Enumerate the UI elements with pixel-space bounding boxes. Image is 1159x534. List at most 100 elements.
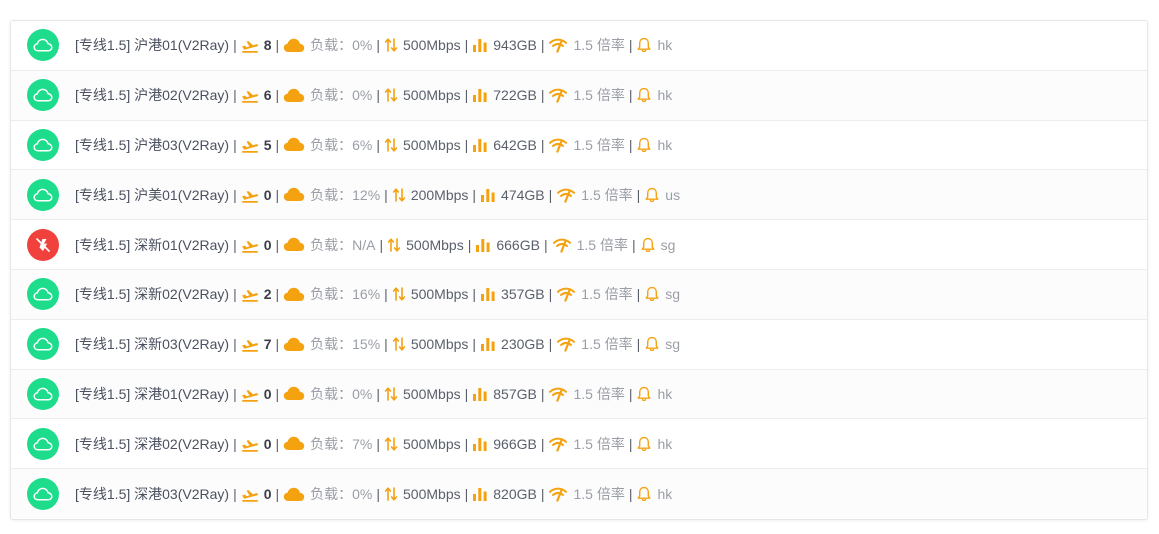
region-code: sg bbox=[665, 286, 681, 303]
airplane-takeoff-icon bbox=[241, 187, 259, 203]
region-code: hk bbox=[657, 385, 673, 402]
bar-chart-icon bbox=[480, 336, 496, 352]
bandwidth: 500Mbps bbox=[403, 37, 461, 54]
separator: | bbox=[548, 286, 553, 303]
traffic-used: 943GB bbox=[493, 37, 537, 54]
separator: | bbox=[628, 385, 633, 402]
traffic-used: 722GB bbox=[493, 87, 537, 104]
separator: | bbox=[467, 236, 472, 253]
separator: | bbox=[628, 486, 633, 503]
signal-icon bbox=[548, 137, 568, 153]
airplane-takeoff-icon bbox=[241, 386, 259, 402]
separator: | bbox=[631, 236, 636, 253]
load-value: 16% bbox=[352, 286, 381, 303]
signal-icon bbox=[556, 286, 576, 303]
server-row[interactable]: [专线1.5] 深港03(V2Ray) | 0 | 负载： 0% | 500Mb… bbox=[11, 469, 1147, 519]
separator: | bbox=[628, 37, 633, 54]
cloud-load-icon bbox=[283, 187, 305, 202]
server-name: [专线1.5] 深港01(V2Ray) bbox=[75, 385, 230, 402]
server-row[interactable]: [专线1.5] 深新03(V2Ray) | 7 | 负载： 15% | 500M… bbox=[11, 319, 1147, 370]
traffic-rate: 1.5 倍率 bbox=[573, 385, 625, 402]
server-name: [专线1.5] 深新02(V2Ray) bbox=[75, 286, 230, 303]
region-code: us bbox=[665, 186, 681, 203]
up-down-arrows-icon bbox=[392, 285, 406, 303]
bell-icon bbox=[636, 486, 652, 502]
server-row[interactable]: [专线1.5] 深新01(V2Ray) | 0 | 负载： N/A | 500M… bbox=[11, 220, 1147, 270]
status-indicator bbox=[27, 377, 59, 410]
signal-icon bbox=[552, 237, 572, 253]
bandwidth: 500Mbps bbox=[410, 336, 469, 353]
load-label: 负载： bbox=[310, 87, 353, 104]
online-users-count: 8 bbox=[263, 37, 272, 54]
bell-icon bbox=[636, 37, 652, 53]
up-down-arrows-icon bbox=[384, 385, 398, 403]
airplane-takeoff-icon bbox=[241, 436, 259, 452]
server-row[interactable]: [专线1.5] 沪港01(V2Ray) | 8 | 负载： 0% | 500Mb… bbox=[11, 21, 1147, 71]
cloud-load-icon bbox=[283, 436, 305, 451]
traffic-rate: 1.5 倍率 bbox=[581, 336, 633, 353]
separator: | bbox=[233, 286, 237, 303]
bell-icon bbox=[636, 436, 652, 452]
cloud-load-icon bbox=[283, 88, 305, 103]
server-name: [专线1.5] 深港02(V2Ray) bbox=[75, 435, 230, 452]
signal-icon bbox=[548, 37, 568, 54]
status-indicator bbox=[27, 278, 59, 311]
cloud-icon bbox=[33, 88, 53, 102]
server-info: [专线1.5] 沪美01(V2Ray) | 0 | 负载： 12% | 200M… bbox=[75, 185, 680, 205]
separator: | bbox=[464, 37, 469, 54]
load-value: 0% bbox=[352, 385, 373, 402]
separator: | bbox=[376, 37, 381, 54]
bell-icon bbox=[644, 187, 660, 203]
separator: | bbox=[628, 136, 633, 153]
bandwidth: 500Mbps bbox=[403, 435, 461, 452]
separator: | bbox=[548, 336, 553, 353]
airplane-takeoff-icon bbox=[241, 286, 259, 303]
separator: | bbox=[472, 286, 477, 303]
signal-icon bbox=[556, 187, 576, 203]
separator: | bbox=[376, 136, 381, 153]
separator: | bbox=[540, 37, 545, 54]
server-row[interactable]: [专线1.5] 深港01(V2Ray) | 0 | 负载： 0% | 500Mb… bbox=[11, 369, 1147, 420]
server-list: [专线1.5] 沪港01(V2Ray) | 8 | 负载： 0% | 500Mb… bbox=[10, 20, 1148, 520]
load-value: 0% bbox=[352, 37, 373, 54]
bar-chart-icon bbox=[472, 87, 488, 103]
status-indicator bbox=[27, 228, 59, 261]
bar-chart-icon bbox=[472, 37, 488, 53]
online-users-count: 5 bbox=[263, 136, 272, 153]
traffic-used: 357GB bbox=[501, 286, 545, 303]
up-down-arrows-icon bbox=[392, 186, 406, 204]
separator: | bbox=[464, 435, 469, 452]
bar-chart-icon bbox=[475, 237, 491, 253]
server-row[interactable]: [专线1.5] 沪港03(V2Ray) | 5 | 负载： 6% | 500Mb… bbox=[11, 120, 1147, 171]
load-label: 负载： bbox=[310, 236, 353, 253]
signal-icon bbox=[556, 336, 576, 352]
separator: | bbox=[275, 37, 280, 54]
online-users-count: 0 bbox=[263, 486, 272, 503]
server-info: [专线1.5] 沪港01(V2Ray) | 8 | 负载： 0% | 500Mb… bbox=[75, 35, 672, 55]
server-name: [专线1.5] 沪美01(V2Ray) bbox=[75, 186, 230, 203]
server-row[interactable]: [专线1.5] 沪港02(V2Ray) | 6 | 负载： 0% | 500Mb… bbox=[11, 70, 1147, 121]
separator: | bbox=[233, 87, 237, 104]
separator: | bbox=[384, 286, 388, 303]
load-label: 负载： bbox=[310, 336, 353, 353]
airplane-takeoff-icon bbox=[241, 37, 259, 54]
separator: | bbox=[548, 186, 553, 203]
bandwidth: 500Mbps bbox=[403, 87, 461, 104]
separator: | bbox=[376, 87, 381, 104]
load-value: 6% bbox=[352, 136, 373, 153]
separator: | bbox=[384, 336, 388, 353]
traffic-rate: 1.5 倍率 bbox=[573, 486, 625, 503]
server-row[interactable]: [专线1.5] 深新02(V2Ray) | 2 | 负载： 16% | 500M… bbox=[11, 269, 1147, 320]
signal-icon bbox=[548, 486, 568, 502]
server-info: [专线1.5] 深港01(V2Ray) | 0 | 负载： 0% | 500Mb… bbox=[75, 384, 672, 404]
server-row[interactable]: [专线1.5] 深港02(V2Ray) | 0 | 负载： 7% | 500Mb… bbox=[11, 419, 1147, 470]
separator: | bbox=[233, 336, 237, 353]
bar-chart-icon bbox=[472, 486, 488, 502]
server-row[interactable]: [专线1.5] 沪美01(V2Ray) | 0 | 负载： 12% | 200M… bbox=[11, 170, 1147, 221]
online-users-count: 0 bbox=[263, 236, 272, 253]
separator: | bbox=[540, 87, 545, 104]
bandwidth: 500Mbps bbox=[406, 236, 464, 253]
airplane-takeoff-icon bbox=[241, 137, 259, 153]
load-label: 负载： bbox=[310, 286, 353, 303]
separator: | bbox=[543, 236, 548, 253]
